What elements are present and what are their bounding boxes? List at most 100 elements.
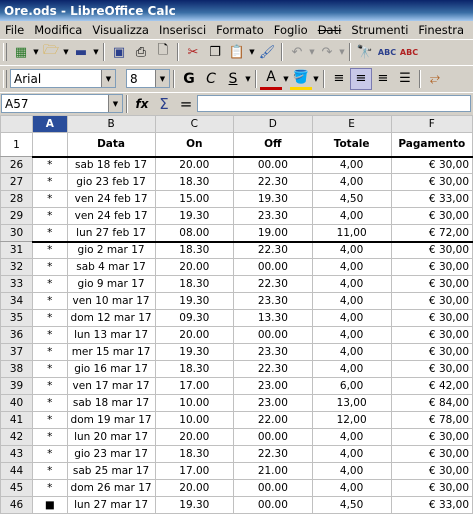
cell-on[interactable]: 20.00 <box>154 258 235 276</box>
cell-on[interactable]: 17.00 <box>154 462 235 480</box>
save-dropdown-icon[interactable]: ▼ <box>92 48 100 56</box>
menu-item-strumenti[interactable]: Strumenti <box>346 23 413 37</box>
column-header-a[interactable]: A <box>32 115 68 133</box>
row-header[interactable]: 38 <box>0 360 34 378</box>
cell-on[interactable]: 20.00 <box>154 326 235 344</box>
cell-off[interactable]: 22.30 <box>233 241 313 259</box>
cell-pag[interactable]: € 33,00 <box>390 496 473 514</box>
cell-pag[interactable]: € 30,00 <box>390 428 473 446</box>
cut-icon[interactable]: ✂ <box>182 41 204 63</box>
cell-off[interactable]: 22.30 <box>233 275 313 293</box>
highlight-icon[interactable]: 🪣 <box>290 68 312 90</box>
row-header[interactable]: 45 <box>0 479 34 497</box>
cell-off[interactable]: 22.30 <box>233 173 313 191</box>
cell-on[interactable]: 19.30 <box>154 496 235 514</box>
cell-pag[interactable]: € 30,00 <box>390 462 473 480</box>
header-cell[interactable]: Data <box>66 132 156 158</box>
chevron-down-icon[interactable]: ▼ <box>101 70 115 87</box>
cell-a[interactable]: * <box>32 156 68 174</box>
align-center-icon[interactable]: ≡ <box>350 67 372 90</box>
justify-icon[interactable]: ☰ <box>394 68 416 90</box>
cell-data[interactable]: ven 17 mar 17 <box>66 377 156 395</box>
header-cell[interactable]: Totale <box>311 132 392 158</box>
row-header[interactable]: 37 <box>0 343 34 361</box>
cell-a[interactable]: * <box>32 428 68 446</box>
cell-pag[interactable]: € 30,00 <box>390 207 473 225</box>
cell-tot[interactable]: 4,50 <box>311 190 392 208</box>
cell-a[interactable]: * <box>32 241 68 259</box>
copy-icon[interactable]: ❐ <box>204 41 226 63</box>
menu-item-file[interactable]: File <box>0 23 29 37</box>
cell-data[interactable]: dom 19 mar 17 <box>66 411 156 429</box>
function-wizard-button[interactable]: fx <box>131 93 153 115</box>
cell-off[interactable]: 22.30 <box>233 445 313 463</box>
formula-input[interactable] <box>197 95 471 112</box>
cell-on[interactable]: 18.30 <box>154 275 235 293</box>
cell-data[interactable]: sab 18 feb 17 <box>66 156 156 174</box>
toolbar-grip[interactable] <box>3 69 7 88</box>
cell-a[interactable]: * <box>32 258 68 276</box>
cell-tot[interactable]: 4,00 <box>311 173 392 191</box>
row-header[interactable]: 44 <box>0 462 34 480</box>
cell-tot[interactable]: 4,00 <box>311 428 392 446</box>
cell-pag[interactable]: € 30,00 <box>390 326 473 344</box>
cell-on[interactable]: 19.30 <box>154 207 235 225</box>
cell-on[interactable]: 20.00 <box>154 479 235 497</box>
cell-pag[interactable]: € 30,00 <box>390 343 473 361</box>
italic-button[interactable]: C <box>200 68 222 90</box>
cell-pag[interactable]: € 30,00 <box>390 360 473 378</box>
open-dropdown-icon[interactable]: ▼ <box>62 48 70 56</box>
autospell-icon[interactable]: ABC <box>398 41 420 63</box>
cell-pag[interactable]: € 30,00 <box>390 241 473 259</box>
find-replace-icon[interactable]: 🔭 <box>354 41 376 63</box>
cell-data[interactable]: sab 25 mar 17 <box>66 462 156 480</box>
new-dropdown-icon[interactable]: ▼ <box>32 48 40 56</box>
cell-data[interactable]: lun 27 feb 17 <box>66 224 156 243</box>
new-document-icon[interactable]: ▦ <box>10 41 32 63</box>
cell-on[interactable]: 10.00 <box>154 411 235 429</box>
cell-tot[interactable]: 4,00 <box>311 292 392 310</box>
cell-off[interactable]: 00.00 <box>233 156 313 174</box>
column-header-e[interactable]: E <box>311 115 392 133</box>
font-color-dropdown-icon[interactable]: ▼ <box>282 75 290 83</box>
redo-icon[interactable]: ↷ <box>316 41 338 63</box>
cell-a[interactable]: * <box>32 411 68 429</box>
cell-a[interactable]: * <box>32 394 68 412</box>
cell-tot[interactable]: 4,00 <box>311 360 392 378</box>
cell-pag[interactable]: € 30,00 <box>390 275 473 293</box>
cell-a[interactable]: * <box>32 173 68 191</box>
row-header[interactable]: 34 <box>0 292 34 310</box>
cell-data[interactable]: gio 2 mar 17 <box>66 241 156 259</box>
cell-a[interactable]: * <box>32 462 68 480</box>
cell-tot[interactable]: 4,00 <box>311 326 392 344</box>
cell-off[interactable]: 23.00 <box>233 394 313 412</box>
cell-a[interactable]: * <box>32 445 68 463</box>
cell-a[interactable]: * <box>32 343 68 361</box>
align-right-icon[interactable]: ≡ <box>372 68 394 90</box>
cell-tot[interactable]: 4,00 <box>311 207 392 225</box>
column-header-f[interactable]: F <box>390 115 473 133</box>
header-cell[interactable]: On <box>154 132 235 158</box>
chevron-down-icon[interactable]: ▼ <box>108 95 122 112</box>
cell-data[interactable]: lun 20 mar 17 <box>66 428 156 446</box>
cell-on[interactable]: 18.30 <box>154 173 235 191</box>
highlight-dropdown-icon[interactable]: ▼ <box>312 75 320 83</box>
cell-on[interactable]: 20.00 <box>154 156 235 174</box>
select-all-corner[interactable] <box>0 115 34 133</box>
underline-button[interactable]: S <box>222 68 244 90</box>
row-header[interactable]: 29 <box>0 207 34 225</box>
row-header[interactable]: 32 <box>0 258 34 276</box>
font-name-combo[interactable]: Arial ▼ <box>10 69 116 88</box>
cell-off[interactable]: 00.00 <box>233 479 313 497</box>
name-box[interactable]: A57 ▼ <box>1 94 123 113</box>
cell-on[interactable]: 08.00 <box>154 224 235 243</box>
row-header[interactable]: 30 <box>0 224 34 242</box>
menu-item-formato[interactable]: Formato <box>211 23 269 37</box>
row-header[interactable]: 31 <box>0 241 34 259</box>
row-header[interactable]: 43 <box>0 445 34 463</box>
cell-off[interactable]: 22.30 <box>233 360 313 378</box>
cell-on[interactable]: 09.30 <box>154 309 235 327</box>
cell-on[interactable]: 10.00 <box>154 394 235 412</box>
cell-off[interactable]: 00.00 <box>233 326 313 344</box>
cell-a[interactable]: * <box>32 360 68 378</box>
